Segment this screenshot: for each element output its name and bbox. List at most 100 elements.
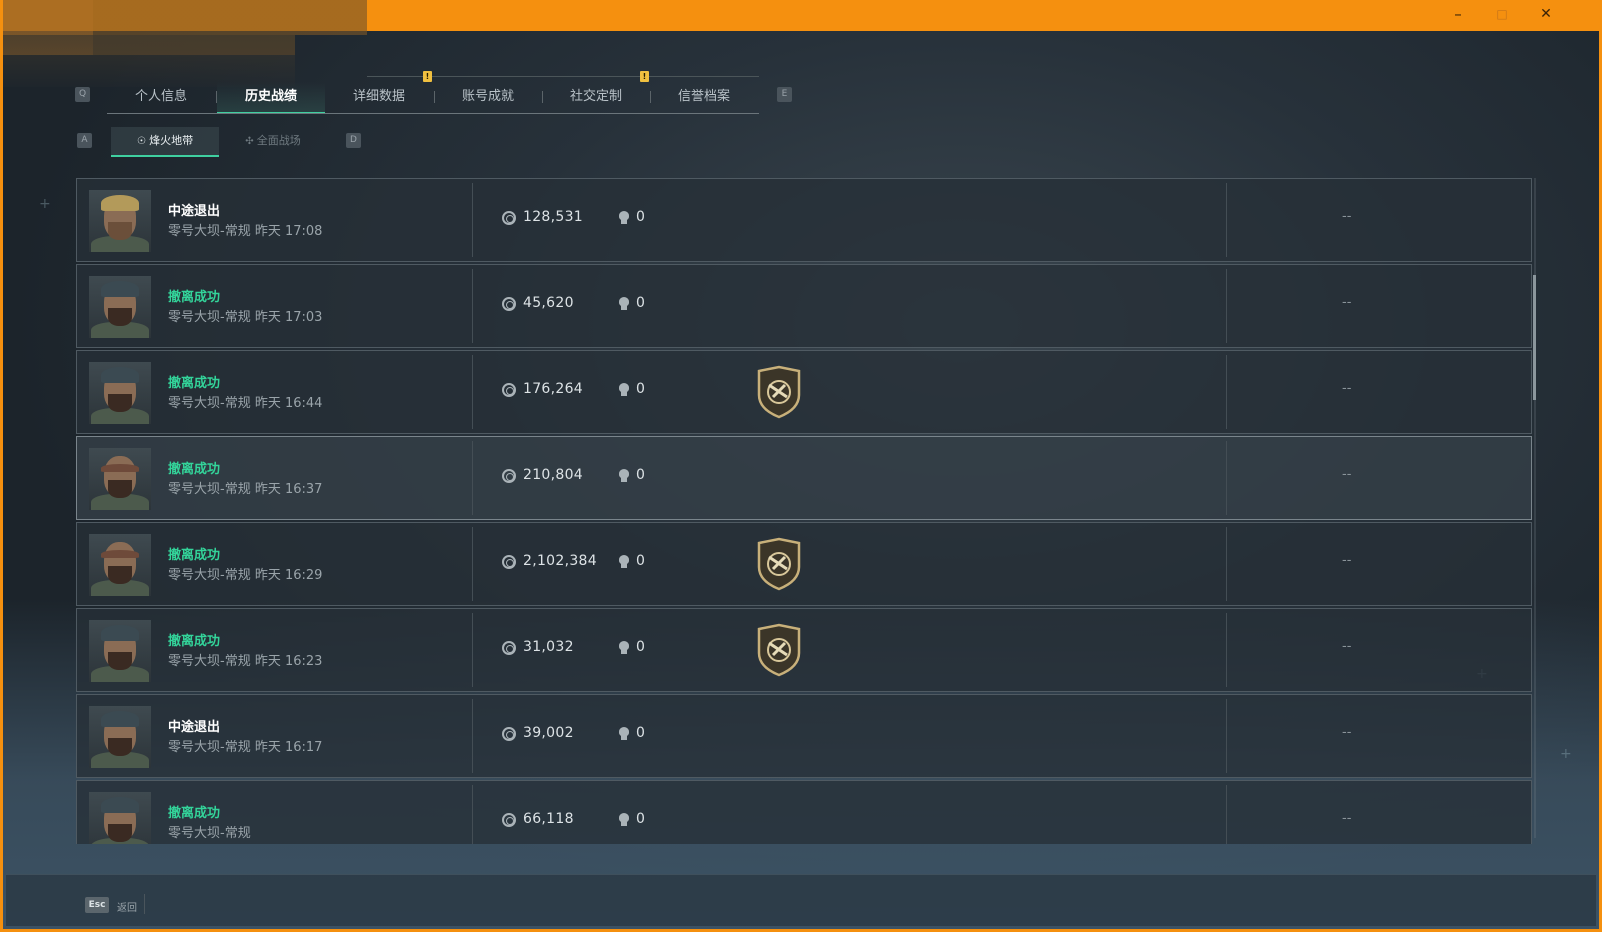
coin-icon: [502, 641, 516, 655]
match-status: 撤离成功: [168, 806, 221, 821]
coin-icon: [502, 727, 516, 741]
esc-key-hint[interactable]: Esc: [85, 897, 109, 913]
extra-info: --: [1342, 639, 1352, 654]
crosshair-decoration: +: [39, 196, 51, 212]
match-time: 昨天 16:37: [254, 482, 323, 497]
loot-value: 176,264: [523, 381, 583, 397]
column-divider: [1226, 441, 1227, 515]
extra-info: --: [1342, 725, 1352, 740]
match-row[interactable]: 撤离成功 零号大坝-常规 昨天 16:37 210,804 0 --: [76, 436, 1532, 520]
shield-gun-badge-icon: [757, 365, 801, 419]
tab-profile[interactable]: 个人信息: [107, 82, 215, 114]
subtab-extraction[interactable]: ☉ 烽火地带: [111, 127, 219, 157]
coin-icon: [502, 555, 516, 569]
match-time: 昨天 17:03: [254, 310, 323, 325]
scrollbar-thumb[interactable]: [1533, 275, 1536, 400]
match-status: 中途退出: [168, 204, 221, 219]
map-name: 零号大坝-常规: [168, 740, 251, 755]
subtab-extraction-label: 烽火地带: [149, 134, 194, 147]
maximize-button[interactable]: □: [1480, 0, 1524, 31]
extra-info: --: [1342, 381, 1352, 396]
notification-badge: !: [423, 71, 432, 82]
kill-count: 0: [636, 553, 645, 569]
match-status: 撤离成功: [168, 548, 221, 563]
subtab-battlefield[interactable]: ✣ 全面战场: [219, 127, 327, 157]
map-name: 零号大坝-常规: [168, 482, 251, 497]
map-name: 零号大坝-常规: [168, 396, 251, 411]
minimize-button[interactable]: –: [1436, 0, 1480, 31]
loot-value: 45,620: [523, 295, 574, 311]
match-row[interactable]: 中途退出 零号大坝-常规 昨天 16:17 39,002 0 --: [76, 694, 1532, 778]
map-name: 零号大坝-常规: [168, 224, 251, 239]
skull-icon: [618, 211, 630, 225]
tab-detailed-stats[interactable]: 详细数据: [325, 82, 433, 114]
match-status: 撤离成功: [168, 462, 221, 477]
column-divider: [1226, 183, 1227, 257]
kill-count: 0: [636, 467, 645, 483]
match-row[interactable]: 撤离成功 零号大坝-常规 昨天 16:44 176,264 0 --: [76, 350, 1532, 434]
bottom-bar: [6, 874, 1596, 926]
column-divider: [472, 785, 473, 844]
column-divider: [472, 441, 473, 515]
match-time: 昨天 16:23: [254, 654, 323, 669]
loot-value: 128,531: [523, 209, 583, 225]
match-row[interactable]: 中途退出 零号大坝-常规 昨天 17:08 128,531 0 --: [76, 178, 1532, 262]
extraction-icon: ☉: [136, 136, 150, 147]
column-divider: [472, 269, 473, 343]
loot-value: 2,102,384: [523, 553, 597, 569]
kill-count: 0: [636, 811, 645, 827]
subtab-prev-key-hint[interactable]: A: [77, 133, 92, 148]
column-divider: [1226, 269, 1227, 343]
coin-icon: [502, 211, 516, 225]
operator-avatar: [89, 792, 151, 844]
subtab-next-key-hint[interactable]: D: [346, 133, 361, 148]
match-time: 昨天 16:17: [254, 740, 323, 755]
skull-icon: [618, 727, 630, 741]
tab-next-key-hint[interactable]: E: [777, 87, 792, 102]
back-label[interactable]: 返回: [117, 899, 137, 914]
match-row[interactable]: 撤离成功 零号大坝-常规 昨天 16:23 31,032 0 --: [76, 608, 1532, 692]
column-divider: [1226, 527, 1227, 601]
match-map-time: 零号大坝-常规 昨天 16:17: [168, 736, 322, 755]
crosshair-decoration: +: [1560, 746, 1572, 762]
extra-info: --: [1342, 467, 1352, 482]
map-name: 零号大坝-常规: [168, 568, 251, 583]
shield-gun-badge-icon: [757, 537, 801, 591]
operator-avatar: [89, 190, 151, 252]
match-map-time: 零号大坝-常规 昨天 17:03: [168, 306, 322, 325]
tab-reputation[interactable]: 信誉档案: [650, 82, 758, 114]
column-divider: [1226, 699, 1227, 773]
coin-icon: [502, 469, 516, 483]
extra-info: --: [1342, 209, 1352, 224]
operator-avatar: [89, 362, 151, 424]
operator-avatar: [89, 534, 151, 596]
tab-prev-key-hint[interactable]: Q: [75, 87, 90, 102]
match-map-time: 零号大坝-常规 昨天 16:44: [168, 392, 322, 411]
game-window: – □ ✕ Q 个人信息 历史战绩 详细数据 ! 账号成就 社交定制 ! 信誉档…: [0, 0, 1602, 932]
match-time: 昨天 17:08: [254, 224, 323, 239]
coin-icon: [502, 813, 516, 827]
kill-count: 0: [636, 725, 645, 741]
operator-avatar: [89, 620, 151, 682]
kill-count: 0: [636, 295, 645, 311]
column-divider: [472, 527, 473, 601]
kill-count: 0: [636, 209, 645, 225]
operator-avatar: [89, 448, 151, 510]
loot-value: 39,002: [523, 725, 574, 741]
match-row[interactable]: 撤离成功 零号大坝-常规 66,118 0 --: [76, 780, 1532, 844]
loot-value: 66,118: [523, 811, 574, 827]
loot-value: 31,032: [523, 639, 574, 655]
tab-match-history[interactable]: 历史战绩: [217, 82, 325, 114]
operator-avatar: [89, 706, 151, 768]
coin-icon: [502, 297, 516, 311]
kill-count: 0: [636, 639, 645, 655]
subtab-battlefield-label: 全面战场: [256, 134, 301, 147]
close-button[interactable]: ✕: [1524, 0, 1568, 31]
column-divider: [1226, 785, 1227, 844]
match-row[interactable]: 撤离成功 零号大坝-常规 昨天 16:29 2,102,384 0 --: [76, 522, 1532, 606]
tab-social[interactable]: 社交定制: [542, 82, 650, 114]
match-row[interactable]: 撤离成功 零号大坝-常规 昨天 17:03 45,620 0 --: [76, 264, 1532, 348]
match-status: 中途退出: [168, 720, 221, 735]
tab-achievements[interactable]: 账号成就: [434, 82, 542, 114]
skull-icon: [618, 297, 630, 311]
